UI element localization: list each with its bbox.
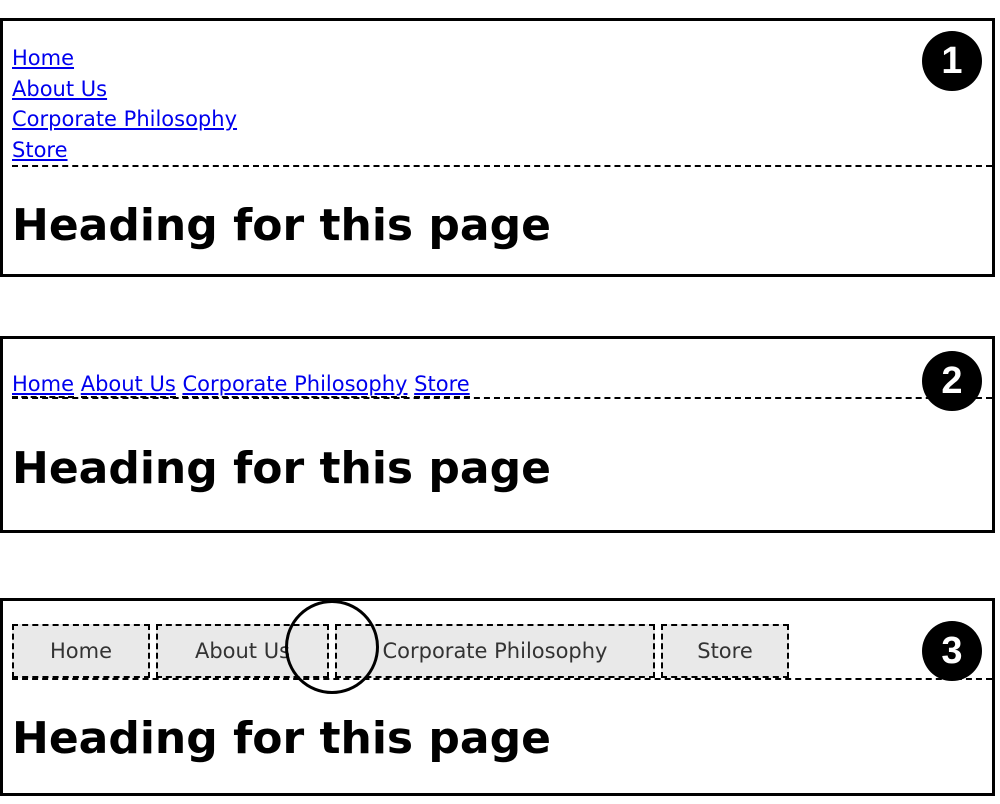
- nav-floated-boxes: Home About Us Corporate Philosophy Store: [12, 624, 992, 680]
- example-panel-2: Home About Us Corporate Philosophy Store…: [0, 336, 995, 533]
- nav-link-home[interactable]: Home: [12, 43, 992, 74]
- nav-link-store[interactable]: Store: [414, 372, 470, 398]
- page-heading: Heading for this page: [12, 713, 551, 764]
- nav-link-store[interactable]: Store: [12, 135, 992, 166]
- number-badge-icon: 3: [922, 621, 982, 681]
- nav-inline-links: Home About Us Corporate Philosophy Store: [12, 371, 992, 399]
- nav-link-about-us[interactable]: About Us: [80, 372, 176, 398]
- nav-link-corporate-philosophy[interactable]: Corporate Philosophy: [182, 372, 408, 398]
- nav-link-about-us[interactable]: About Us: [12, 74, 992, 105]
- nav-link-corporate-philosophy[interactable]: Corporate Philosophy: [12, 104, 992, 135]
- example-panel-3: Home About Us Corporate Philosophy Store…: [0, 598, 995, 796]
- nav-tab-corporate-philosophy[interactable]: Corporate Philosophy: [335, 624, 655, 678]
- number-badge-icon: 1: [922, 31, 982, 91]
- nav-block-links: Home About Us Corporate Philosophy Store: [12, 43, 992, 167]
- nav-link-home[interactable]: Home: [12, 372, 75, 398]
- nav-tab-home[interactable]: Home: [12, 624, 150, 678]
- nav-tab-store[interactable]: Store: [661, 624, 789, 678]
- callout-circle: [285, 600, 379, 694]
- page-heading: Heading for this page: [12, 443, 551, 494]
- page-heading: Heading for this page: [12, 200, 551, 251]
- example-panel-1: Home About Us Corporate Philosophy Store…: [0, 18, 995, 277]
- number-badge-icon: 2: [922, 351, 982, 411]
